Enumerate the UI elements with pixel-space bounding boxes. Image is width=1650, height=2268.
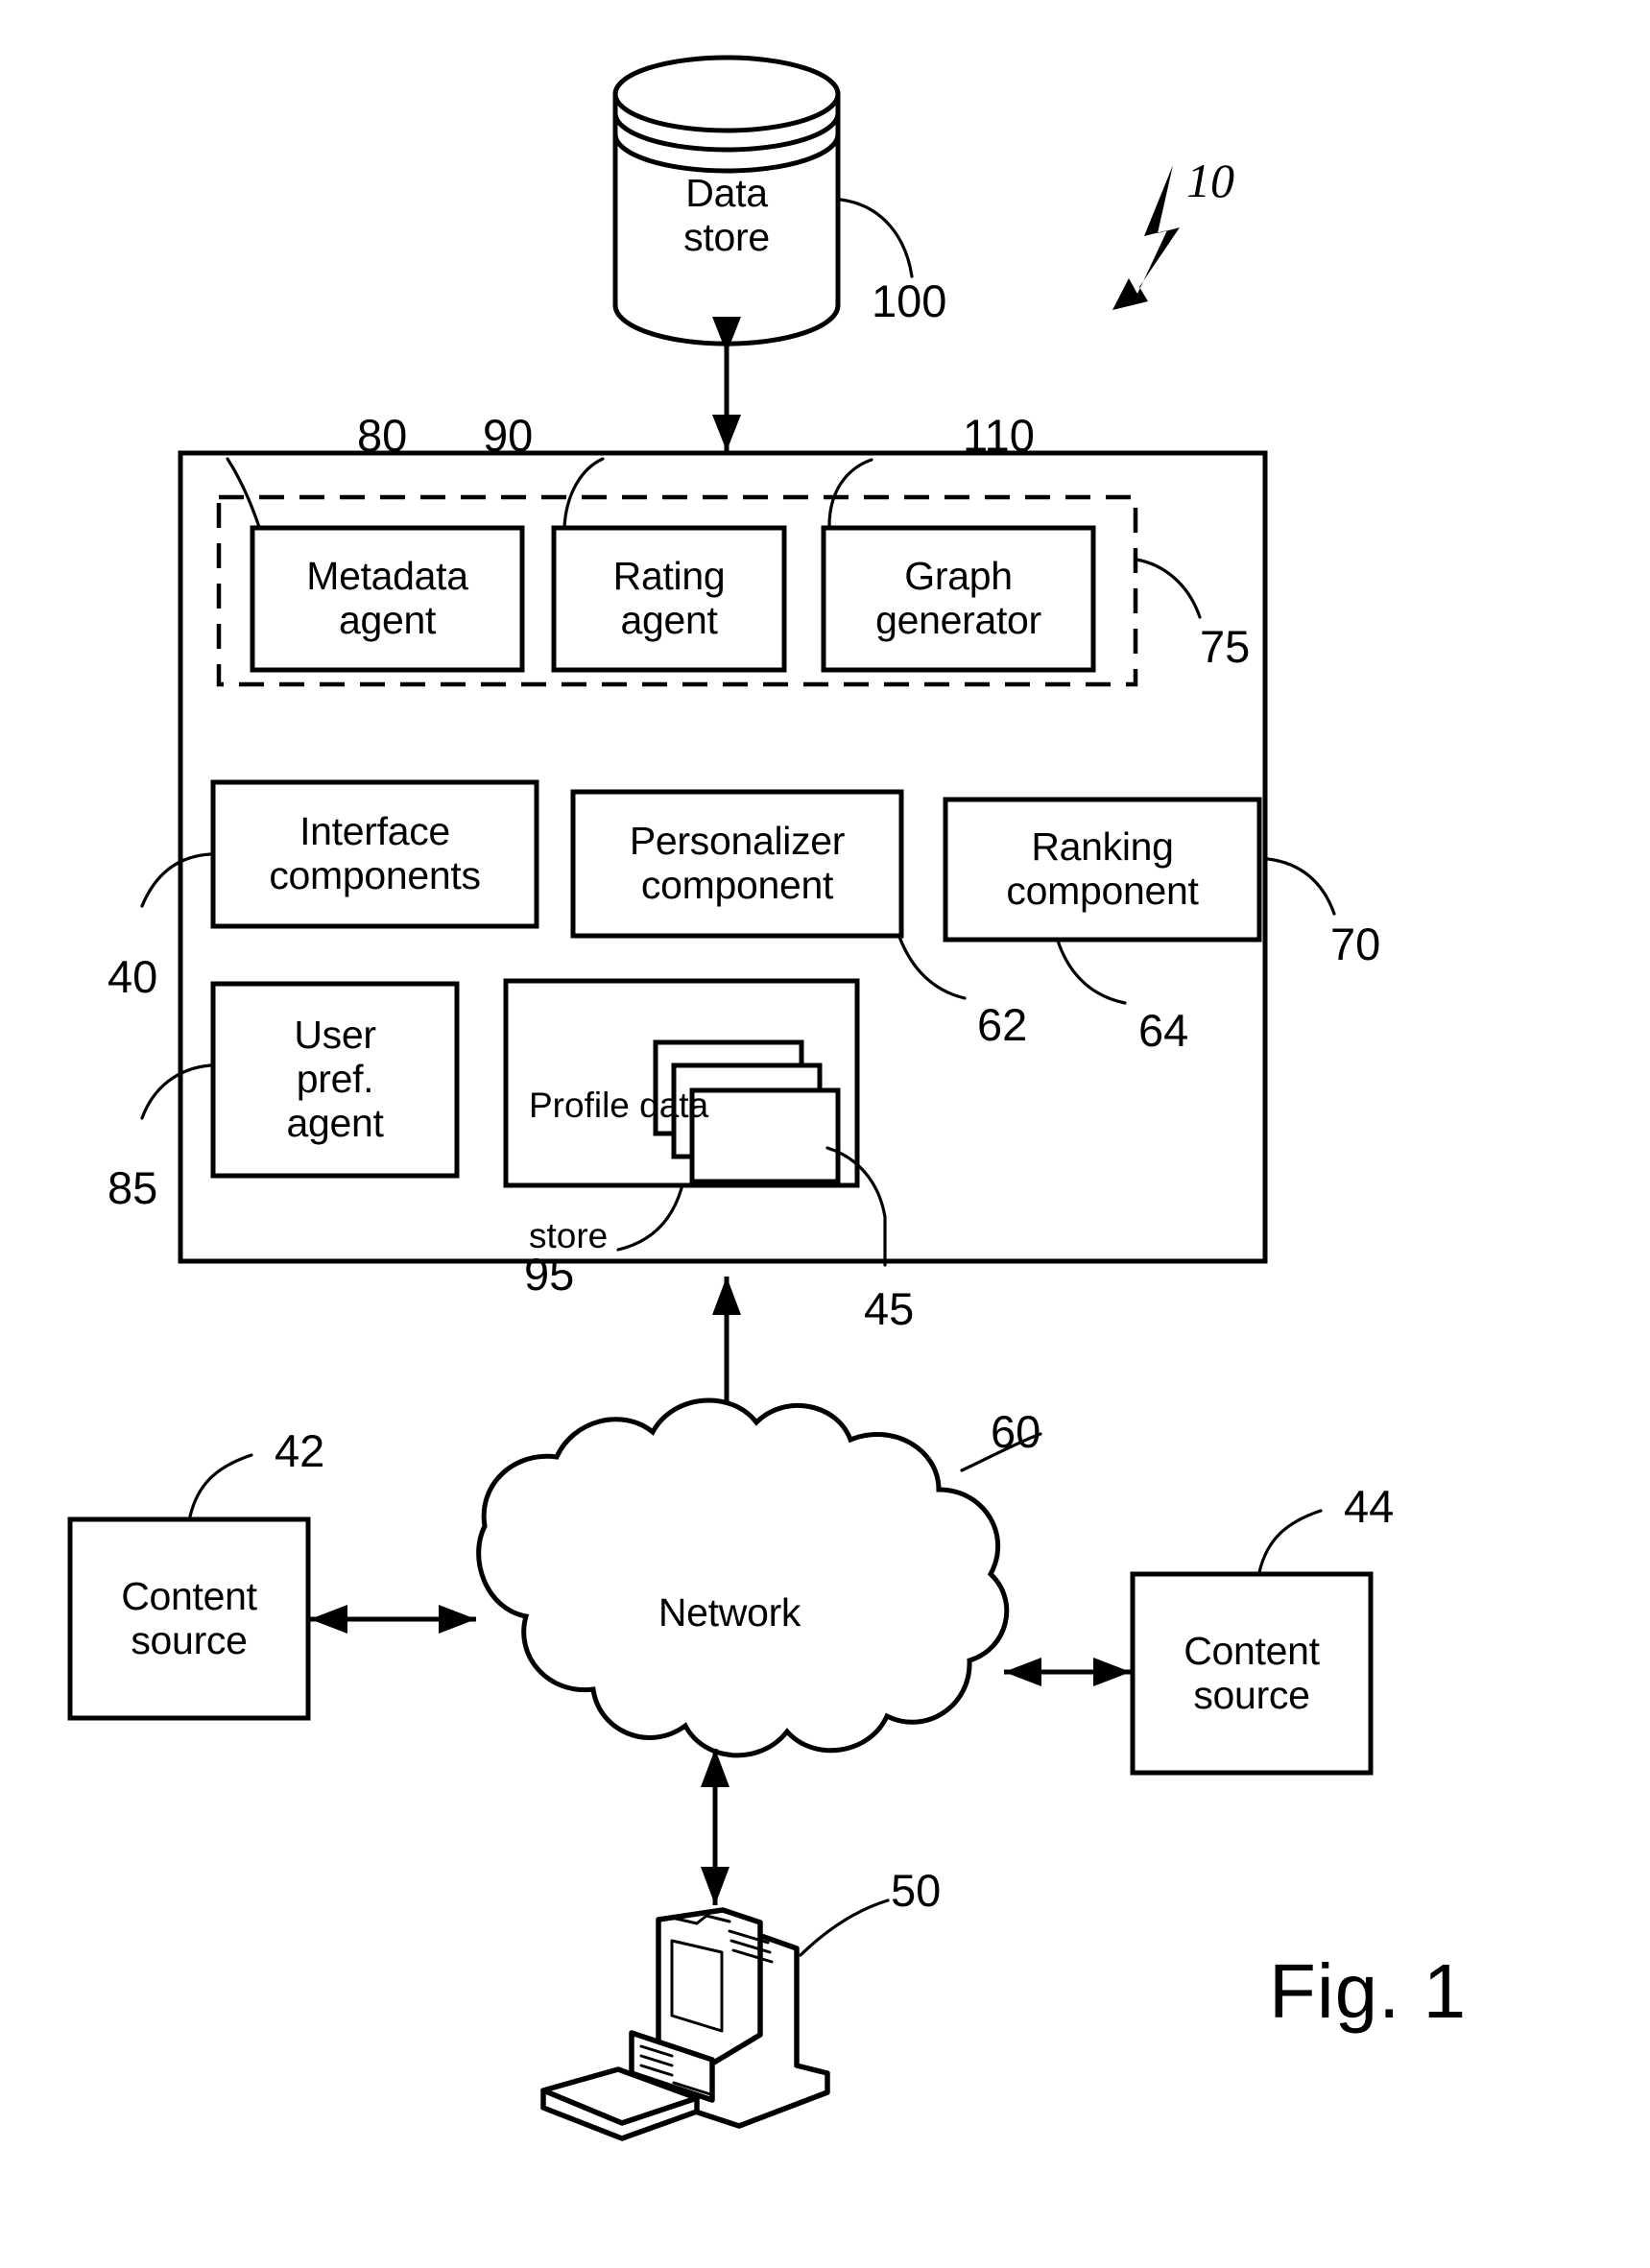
leader-50 [799, 1898, 890, 1957]
rating-agent-label: Rating agent [554, 528, 784, 670]
rating-agent-label-line1: Rating [612, 554, 726, 599]
leader-42 [188, 1453, 253, 1518]
metadata-agent-label-line2: agent [338, 598, 437, 642]
user-pref-agent-label-line2: pref. [296, 1057, 374, 1102]
content-source-right-label: Content source [1133, 1574, 1371, 1773]
content-source-right-label-line1: Content [1184, 1628, 1320, 1673]
ref-50: 50 [891, 1865, 942, 1916]
content-source-left-label-line2: source [131, 1617, 248, 1662]
rating-agent-label-line2: agent [620, 598, 718, 642]
network-cloud [476, 1397, 1010, 1758]
ref-42: 42 [275, 1425, 325, 1476]
patent-figure-1: Data store 100 10 Metadata agent Rating … [0, 0, 1650, 2268]
personalizer-component-label-line1: Personalizer [629, 819, 846, 864]
ref-40: 40 [108, 951, 158, 1002]
ref-60: 60 [991, 1406, 1041, 1457]
user-pref-agent-label: User pref. agent [213, 984, 457, 1176]
leader-100 [839, 198, 914, 278]
ref-75: 75 [1200, 621, 1251, 672]
ref-44: 44 [1344, 1481, 1395, 1532]
lightning-pointer-10 [1112, 165, 1180, 310]
interface-components-label-line1: Interface [299, 809, 450, 854]
figure-caption: Fig. 1 [1269, 1948, 1468, 2034]
ref-62: 62 [977, 999, 1028, 1050]
ref-110: 110 [963, 410, 1035, 461]
arrow-right-source-network [1004, 1658, 1131, 1686]
graph-generator-label: Graph generator [824, 528, 1093, 670]
ranking-component-label-line2: component [1006, 869, 1199, 913]
ref-70: 70 [1330, 919, 1381, 969]
metadata-agent-label-line1: Metadata [306, 554, 468, 599]
network-label: Network [658, 1590, 801, 1635]
metadata-agent-label: Metadata agent [252, 528, 522, 670]
content-source-left-label: Content source [70, 1519, 308, 1718]
interface-components-label: Interface components [213, 782, 537, 926]
graph-generator-label-line2: generator [875, 598, 1041, 642]
content-source-left-label-line1: Content [121, 1573, 257, 1618]
leader-70 [1266, 857, 1336, 916]
data-store-label-line1: Data [685, 171, 768, 216]
ref-100: 100 [872, 275, 947, 326]
ref-64: 64 [1138, 1005, 1189, 1056]
leader-44 [1257, 1509, 1323, 1574]
user-pref-agent-label-line3: agent [286, 1100, 384, 1145]
interface-components-label-line2: components [269, 853, 481, 897]
content-source-right-label-line2: source [1193, 1672, 1310, 1717]
arrow-network-client [701, 1749, 729, 1905]
ranking-component-label: Ranking component [945, 800, 1259, 940]
ref-95: 95 [524, 1249, 575, 1300]
personalizer-component-label: Personalizer component [573, 792, 901, 936]
personalizer-component-label-line2: component [640, 863, 834, 907]
data-store-label: Data store [615, 154, 838, 278]
ref-10: 10 [1186, 154, 1234, 207]
ranking-component-label-line1: Ranking [1031, 824, 1174, 870]
ref-45: 45 [864, 1283, 915, 1334]
profile-data-store-label-line1: Profile data [529, 1085, 709, 1125]
arrow-left-source-network [310, 1605, 476, 1634]
data-store-label-line2: store [683, 215, 770, 259]
client-computer-icon [540, 1907, 830, 2141]
graph-generator-label-line1: Graph [904, 554, 1013, 599]
ref-85: 85 [108, 1162, 158, 1213]
ref-90: 90 [483, 410, 534, 461]
user-pref-agent-label-line1: User [294, 1013, 376, 1058]
ref-80: 80 [357, 410, 408, 461]
